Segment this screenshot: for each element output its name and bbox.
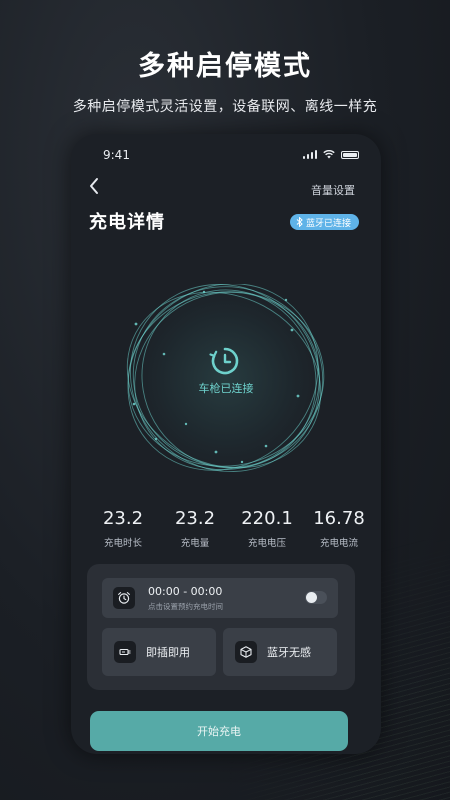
gun-connected-status: 车枪已连接 bbox=[198, 382, 254, 395]
battery-icon bbox=[341, 150, 359, 159]
charging-clock-icon bbox=[209, 347, 239, 375]
stat-value: 220.1 bbox=[241, 508, 293, 529]
status-bar: 9:41 bbox=[103, 148, 359, 164]
ring-lines bbox=[126, 284, 325, 472]
start-charging-button[interactable]: 开始充电 bbox=[90, 711, 348, 751]
schedule-timer-row[interactable]: 00:00 - 00:00 点击设置预约充电时间 bbox=[102, 578, 338, 618]
promo-subline: 多种启停模式灵活设置，设备联网、离线一样充 bbox=[72, 99, 378, 115]
phone-screen: 9:41 音量设置 充电详情 蓝牙已连接 车枪已连接 23.2 充电时长 23.… bbox=[71, 134, 381, 754]
stat-duration: 23.2 充电时长 bbox=[91, 508, 155, 549]
stat-value: 16.78 bbox=[313, 508, 365, 529]
charging-ring: 车枪已连接 bbox=[116, 284, 336, 474]
chevron-left-icon[interactable] bbox=[85, 176, 105, 196]
mode-label: 即插即用 bbox=[146, 646, 190, 659]
stat-label: 充电电压 bbox=[247, 538, 286, 549]
schedule-toggle[interactable] bbox=[305, 591, 327, 604]
stat-value: 23.2 bbox=[174, 508, 216, 529]
mode-bluetooth-sense-button[interactable]: 蓝牙无感 bbox=[223, 628, 337, 676]
bluetooth-icon bbox=[296, 217, 303, 227]
stat-current: 16.78 充电电流 bbox=[307, 508, 371, 549]
stat-label: 充电电流 bbox=[319, 538, 358, 549]
status-time: 9:41 bbox=[103, 148, 130, 162]
promo-headline: 多种启停模式 bbox=[138, 51, 312, 82]
plug-icon bbox=[114, 641, 136, 663]
bluetooth-status-label: 蓝牙已连接 bbox=[305, 218, 351, 229]
stat-voltage: 220.1 充电电压 bbox=[235, 508, 299, 549]
volume-settings-link[interactable]: 音量设置 bbox=[311, 182, 355, 198]
mode-panel: 00:00 - 00:00 点击设置预约充电时间 即插即用 蓝牙无感 bbox=[87, 564, 355, 690]
schedule-time-range: 00:00 - 00:00 bbox=[148, 585, 223, 598]
schedule-hint: 点击设置预约充电时间 bbox=[148, 602, 223, 611]
cube-icon bbox=[235, 641, 257, 663]
page-title: 充电详情 bbox=[89, 212, 165, 233]
stat-label: 充电量 bbox=[180, 538, 210, 549]
status-icons bbox=[302, 150, 359, 159]
mode-label: 蓝牙无感 bbox=[267, 646, 311, 659]
charging-stats: 23.2 充电时长 23.2 充电量 220.1 充电电压 16.78 充电电流 bbox=[91, 508, 371, 549]
stat-value: 23.2 bbox=[102, 508, 144, 529]
bluetooth-status-badge: 蓝牙已连接 bbox=[289, 214, 359, 230]
stat-label: 充电时长 bbox=[103, 538, 142, 549]
mode-plug-and-play-button[interactable]: 即插即用 bbox=[102, 628, 216, 676]
wifi-icon bbox=[323, 150, 335, 159]
signal-icon bbox=[302, 150, 317, 159]
alarm-clock-icon bbox=[113, 587, 135, 609]
stat-energy: 23.2 充电量 bbox=[163, 508, 227, 549]
